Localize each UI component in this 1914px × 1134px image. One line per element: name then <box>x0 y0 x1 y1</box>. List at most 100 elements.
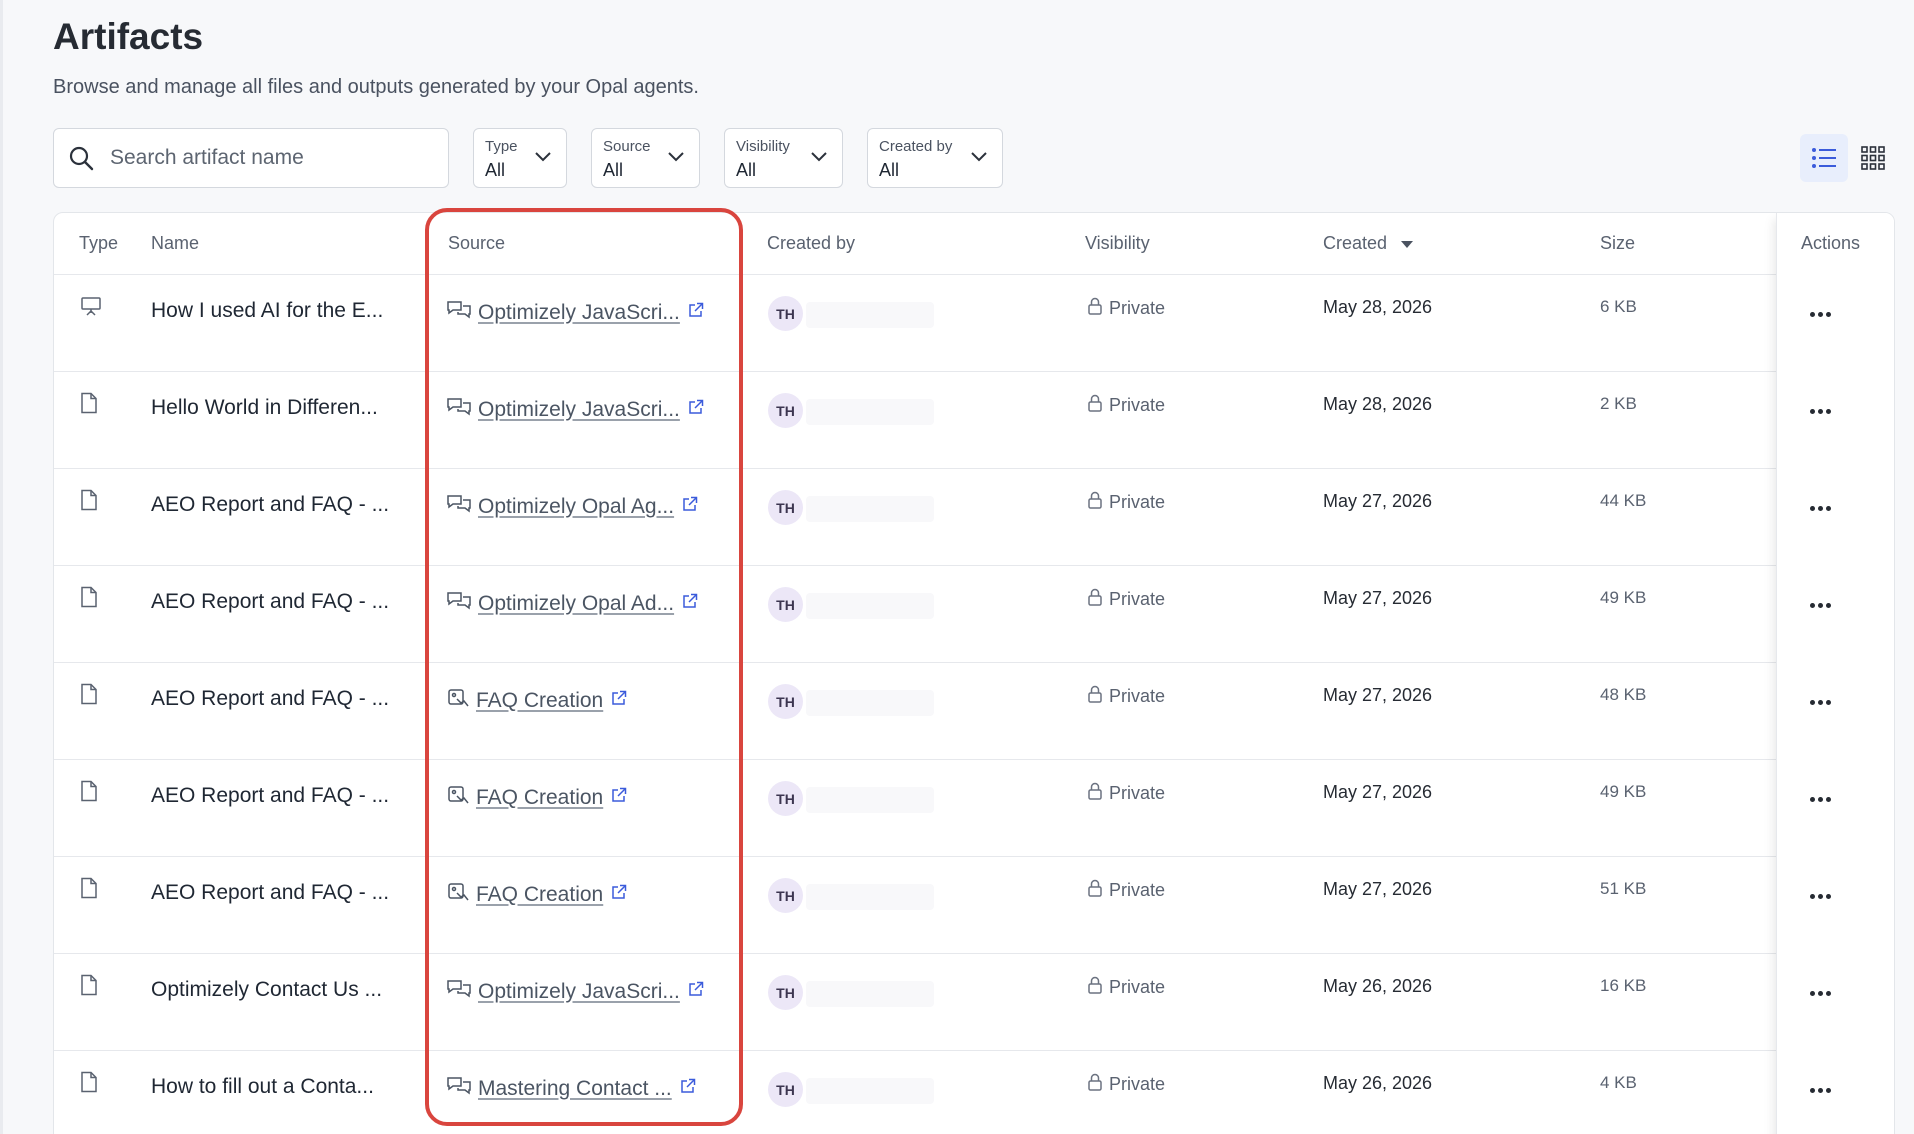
source-link[interactable]: Mastering Contact ... <box>446 1075 696 1102</box>
more-actions-icon[interactable] <box>1810 894 1831 899</box>
artifact-name[interactable]: How to fill out a Conta... <box>151 1075 374 1099</box>
visibility-text: Private <box>1109 880 1166 900</box>
external-link-icon[interactable] <box>688 302 704 323</box>
creator-name-redacted <box>806 302 934 328</box>
visibility-badge: Private <box>1087 976 1165 999</box>
file-size: 16 KB <box>1600 976 1647 995</box>
artifact-name[interactable]: AEO Report and FAQ - ... <box>151 493 389 517</box>
avatar: TH <box>768 878 803 913</box>
source-link-text[interactable]: FAQ Creation <box>476 689 603 713</box>
source-link-text[interactable]: Optimizely JavaScri... <box>478 980 680 1004</box>
filter-label: Visibility <box>736 138 790 155</box>
source-link[interactable]: Optimizely Opal Ag... <box>446 493 698 520</box>
avatar: TH <box>768 393 803 428</box>
filter-created-by[interactable]: Created by All <box>867 128 1003 188</box>
avatar: TH <box>768 296 803 331</box>
more-actions-icon[interactable] <box>1810 797 1831 802</box>
column-header-name[interactable]: Name <box>151 233 199 254</box>
visibility-badge: Private <box>1087 588 1165 611</box>
visibility-badge: Private <box>1087 782 1165 805</box>
artifact-name[interactable]: How I used AI for the E... <box>151 299 383 323</box>
table-row[interactable]: AEO Report and FAQ - ... FAQ Creation TH Pr… <box>54 857 1894 954</box>
lock-icon <box>1087 976 1103 999</box>
source-link[interactable]: Optimizely JavaScri... <box>446 299 704 326</box>
artifact-name[interactable]: Optimizely Contact Us ... <box>151 978 382 1002</box>
source-link-text[interactable]: Optimizely Opal Ad... <box>478 592 674 616</box>
search-input[interactable] <box>110 146 410 170</box>
column-header-created[interactable]: Created <box>1323 233 1414 254</box>
search-box[interactable] <box>53 128 449 188</box>
external-link-icon[interactable] <box>680 1078 696 1099</box>
source-link-text[interactable]: Optimizely JavaScri... <box>478 301 680 325</box>
table-row[interactable]: How I used AI for the E... Optimizely Jav… <box>54 275 1894 372</box>
more-actions-icon[interactable] <box>1810 409 1831 414</box>
source-link-text[interactable]: Optimizely Opal Ag... <box>478 495 674 519</box>
artifact-name[interactable]: Hello World in Differen... <box>151 396 378 420</box>
creator-name-redacted <box>806 496 934 522</box>
source-link[interactable]: FAQ Creation <box>446 881 627 908</box>
more-actions-icon[interactable] <box>1810 1088 1831 1093</box>
table-row[interactable]: AEO Report and FAQ - ... FAQ Creation TH Pr… <box>54 663 1894 760</box>
source-link[interactable]: Optimizely Opal Ad... <box>446 590 698 617</box>
created-date: May 26, 2026 <box>1323 1073 1433 1093</box>
source-link[interactable]: FAQ Creation <box>446 784 627 811</box>
more-actions-icon[interactable] <box>1810 991 1831 996</box>
file-icon <box>80 780 98 807</box>
chevron-down-icon <box>668 152 684 162</box>
table-row[interactable]: AEO Report and FAQ - ... Optimizely Opal … <box>54 566 1894 663</box>
visibility-badge: Private <box>1087 1073 1165 1096</box>
table-row[interactable]: AEO Report and FAQ - ... Optimizely Opal … <box>54 469 1894 566</box>
created-date: May 27, 2026 <box>1323 685 1433 705</box>
table-row[interactable]: AEO Report and FAQ - ... FAQ Creation TH Pr… <box>54 760 1894 857</box>
actions-column <box>1776 213 1894 1134</box>
more-actions-icon[interactable] <box>1810 312 1831 317</box>
external-link-icon[interactable] <box>682 496 698 517</box>
external-link-icon[interactable] <box>688 399 704 420</box>
lock-icon <box>1087 782 1103 805</box>
artifact-name[interactable]: AEO Report and FAQ - ... <box>151 784 389 808</box>
more-actions-icon[interactable] <box>1810 603 1831 608</box>
source-link-text[interactable]: FAQ Creation <box>476 883 603 907</box>
source-link-text[interactable]: Optimizely JavaScri... <box>478 398 680 422</box>
file-icon <box>80 974 98 1001</box>
list-view-button[interactable] <box>1800 134 1848 182</box>
file-size: 49 KB <box>1600 782 1647 801</box>
more-actions-icon[interactable] <box>1810 506 1831 511</box>
grid-view-button[interactable] <box>1849 134 1897 182</box>
external-link-icon[interactable] <box>611 690 627 711</box>
source-link-text[interactable]: FAQ Creation <box>476 786 603 810</box>
created-date: May 26, 2026 <box>1323 976 1433 996</box>
artifact-name[interactable]: AEO Report and FAQ - ... <box>151 881 389 905</box>
more-actions-icon[interactable] <box>1810 700 1831 705</box>
filter-source[interactable]: Source All <box>591 128 700 188</box>
chat-icon <box>446 978 472 1005</box>
filter-visibility[interactable]: Visibility All <box>724 128 843 188</box>
external-link-icon[interactable] <box>682 593 698 614</box>
visibility-text: Private <box>1109 1074 1166 1094</box>
visibility-text: Private <box>1109 298 1166 318</box>
artifact-name[interactable]: AEO Report and FAQ - ... <box>151 687 389 711</box>
file-size: 51 KB <box>1600 879 1647 898</box>
table-row[interactable]: How to fill out a Conta... Mastering Cont… <box>54 1051 1894 1134</box>
file-icon <box>80 877 98 904</box>
filter-type[interactable]: Type All <box>473 128 567 188</box>
table-row[interactable]: Hello World in Differen... Optimizely Jav… <box>54 372 1894 469</box>
column-header-source: Source <box>448 233 506 253</box>
chat-icon <box>446 396 472 423</box>
external-link-icon[interactable] <box>611 884 627 905</box>
source-link[interactable]: Optimizely JavaScri... <box>446 978 704 1005</box>
avatar: TH <box>768 975 803 1010</box>
lock-icon <box>1087 1073 1103 1096</box>
chevron-down-icon <box>971 152 987 162</box>
artifact-name[interactable]: AEO Report and FAQ - ... <box>151 590 389 614</box>
creator-name-redacted <box>806 981 934 1007</box>
source-link-text[interactable]: Mastering Contact ... <box>478 1077 672 1101</box>
external-link-icon[interactable] <box>611 787 627 808</box>
chat-icon <box>446 590 472 617</box>
chat-icon <box>446 299 472 326</box>
source-link[interactable]: Optimizely JavaScri... <box>446 396 704 423</box>
source-link[interactable]: FAQ Creation <box>446 687 627 714</box>
filter-label: Type <box>485 138 518 155</box>
table-row[interactable]: Optimizely Contact Us ... Optimizely Java… <box>54 954 1894 1051</box>
external-link-icon[interactable] <box>688 981 704 1002</box>
